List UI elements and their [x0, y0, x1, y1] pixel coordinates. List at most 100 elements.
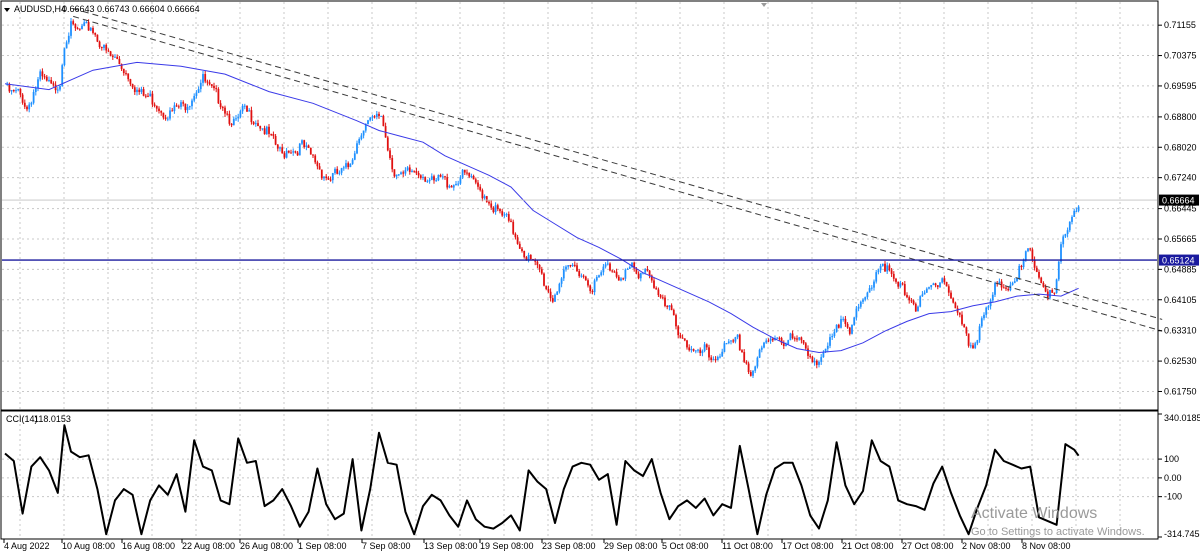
candle-body — [94, 32, 97, 35]
candle-body — [848, 327, 851, 334]
candle-body — [122, 68, 125, 74]
candle-body — [725, 343, 728, 345]
candle-body — [466, 172, 468, 174]
watermark-subtitle: Go to Settings to activate Windows. — [971, 526, 1145, 538]
current-price-label: 0.66664 — [1162, 196, 1195, 206]
candle-body — [813, 360, 816, 363]
price-tick-label: 0.62530 — [1164, 356, 1197, 366]
candle-body — [481, 190, 484, 199]
candle-body — [875, 272, 878, 282]
candle-body — [127, 73, 130, 80]
candle-body — [39, 71, 42, 80]
candle-body — [63, 48, 66, 66]
time-tick-label: 22 Aug 08:00 — [182, 541, 235, 551]
candle-body — [985, 307, 988, 315]
candle-body — [963, 324, 966, 328]
candle-body — [452, 185, 455, 188]
candle-body — [283, 153, 286, 158]
candle-body — [320, 169, 323, 179]
candle-body — [83, 22, 86, 26]
candle-body — [400, 172, 402, 175]
candle-body — [171, 110, 174, 112]
candle-body — [433, 176, 435, 181]
candle-body — [510, 220, 512, 222]
candle-body — [349, 163, 352, 168]
candle-body — [580, 275, 583, 277]
candle-body — [538, 264, 541, 270]
candle-body — [382, 115, 385, 127]
candle-body — [494, 205, 497, 213]
time-tick-label: 11 Oct 08:00 — [722, 541, 773, 551]
candle-body — [547, 289, 550, 292]
candle-body — [505, 214, 508, 216]
candle-body — [318, 166, 321, 170]
candle-body — [89, 27, 92, 31]
candle-body — [477, 182, 479, 187]
candle-body — [626, 268, 629, 270]
candle-body — [263, 128, 266, 135]
time-tick-label: 21 Oct 08:00 — [842, 541, 894, 551]
candle-body — [342, 167, 345, 169]
candle-body — [261, 128, 264, 130]
candle-body — [248, 110, 251, 112]
candle-body — [375, 113, 378, 117]
candle-body — [833, 331, 836, 337]
candle-body — [303, 140, 306, 148]
candle-body — [708, 347, 710, 358]
candle-body — [373, 116, 376, 118]
candle-body — [686, 340, 688, 348]
candle-body — [507, 214, 510, 221]
candle-body — [305, 145, 308, 148]
candle-body — [941, 278, 944, 283]
candle-body — [835, 324, 838, 332]
candle-body — [1057, 261, 1060, 280]
candle-body — [565, 266, 567, 270]
candle-body — [21, 94, 24, 103]
candle-body — [8, 84, 11, 92]
candle-body — [142, 89, 145, 96]
candle-body — [857, 306, 860, 309]
cci-name: CCI(14) — [6, 414, 38, 424]
candle-body — [688, 347, 691, 351]
candle-body — [428, 179, 431, 182]
candle-body — [736, 334, 739, 338]
candle-body — [230, 123, 233, 126]
candle-body — [793, 338, 796, 340]
candle-body — [17, 88, 20, 91]
time-tick-label: 4 Aug 2022 — [4, 541, 50, 551]
cci-tick-label: -100 — [1164, 492, 1182, 502]
candle-body — [279, 147, 281, 149]
candle-body — [567, 265, 570, 267]
candle-body — [334, 168, 336, 174]
time-tick-label: 1 Sep 08:00 — [298, 541, 347, 551]
candle-body — [945, 281, 948, 287]
candle-body — [270, 133, 273, 135]
candle-body — [844, 318, 847, 324]
candle-body — [323, 176, 325, 179]
time-tick-label: 8 Nov 08:00 — [1022, 541, 1071, 551]
time-tick-label: 13 Sep 08:00 — [424, 541, 478, 551]
trading-chart[interactable]: 0.71155 0.70375 0.69595 0.68800 0.68020 0.672… — [0, 0, 1200, 555]
candle-body — [32, 91, 35, 103]
candle-body — [419, 175, 422, 178]
candle-body — [1066, 230, 1069, 235]
candle-body — [672, 309, 675, 316]
candle-body — [470, 175, 473, 177]
chart-header: AUDUSD,H4 0.66643 0.66743 0.66604 0.6666… — [4, 4, 200, 14]
candle-body — [714, 359, 717, 361]
candle-body — [769, 338, 772, 341]
candle-body — [219, 103, 222, 108]
candle-body — [961, 314, 963, 325]
candle-body — [622, 278, 625, 280]
candle-body — [569, 265, 572, 267]
candle-body — [19, 88, 22, 95]
candle-body — [204, 74, 207, 82]
candle-body — [15, 90, 17, 92]
candle-body — [558, 283, 561, 292]
candle-body — [908, 297, 911, 301]
candle-body — [327, 178, 330, 180]
candle-body — [1027, 248, 1029, 252]
hline-price-badge: 0.65124 — [1159, 254, 1199, 266]
candle-body — [241, 105, 244, 112]
candle-body — [265, 126, 268, 135]
